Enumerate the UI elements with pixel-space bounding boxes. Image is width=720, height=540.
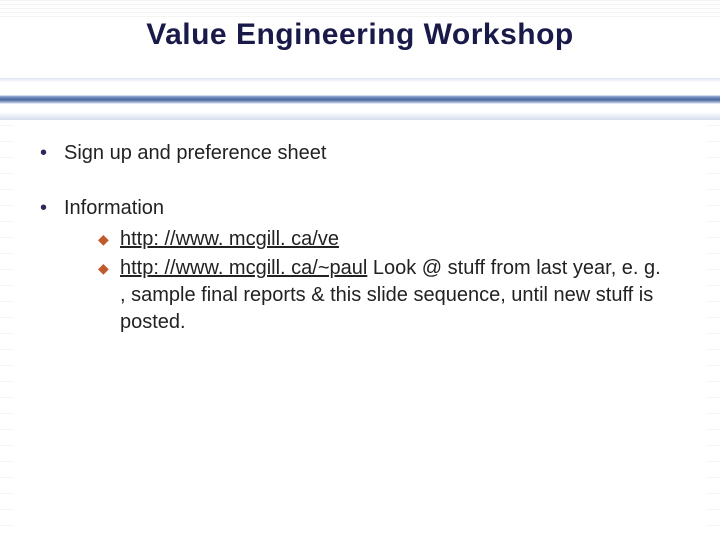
divider-band <box>0 78 720 120</box>
slide-title: Value Engineering Workshop <box>0 18 720 52</box>
content-area: • Sign up and preference sheet • Informa… <box>40 140 670 338</box>
bullet-text-1: Sign up and preference sheet <box>64 140 670 167</box>
sub-bullet-list: ◆ http: //www. mcgill. ca/ve ◆ http: //w… <box>98 226 670 336</box>
decorative-side-lines-right <box>706 125 720 530</box>
bullet-dot-icon: • <box>40 195 64 222</box>
link-paul[interactable]: http: //www. mcgill. ca/~paul <box>120 257 367 279</box>
bullet-dot-icon: • <box>40 140 64 167</box>
sub-bullet-2-text: http: //www. mcgill. ca/~paul Look @ stu… <box>120 255 670 336</box>
link-ve[interactable]: http: //www. mcgill. ca/ve <box>120 228 339 250</box>
diamond-bullet-icon: ◆ <box>98 255 120 282</box>
title-area: Value Engineering Workshop <box>0 18 720 52</box>
sub-bullet-2: ◆ http: //www. mcgill. ca/~paul Look @ s… <box>98 255 670 336</box>
decorative-side-lines-left <box>0 125 14 530</box>
diamond-bullet-icon: ◆ <box>98 226 120 253</box>
decorative-top-lines <box>0 0 720 20</box>
bullet-item-2: • Information <box>40 195 670 222</box>
bullet-text-2: Information <box>64 195 670 222</box>
sub-bullet-1-text: http: //www. mcgill. ca/ve <box>120 226 670 253</box>
bullet-item-1: • Sign up and preference sheet <box>40 140 670 167</box>
sub-bullet-1: ◆ http: //www. mcgill. ca/ve <box>98 226 670 253</box>
